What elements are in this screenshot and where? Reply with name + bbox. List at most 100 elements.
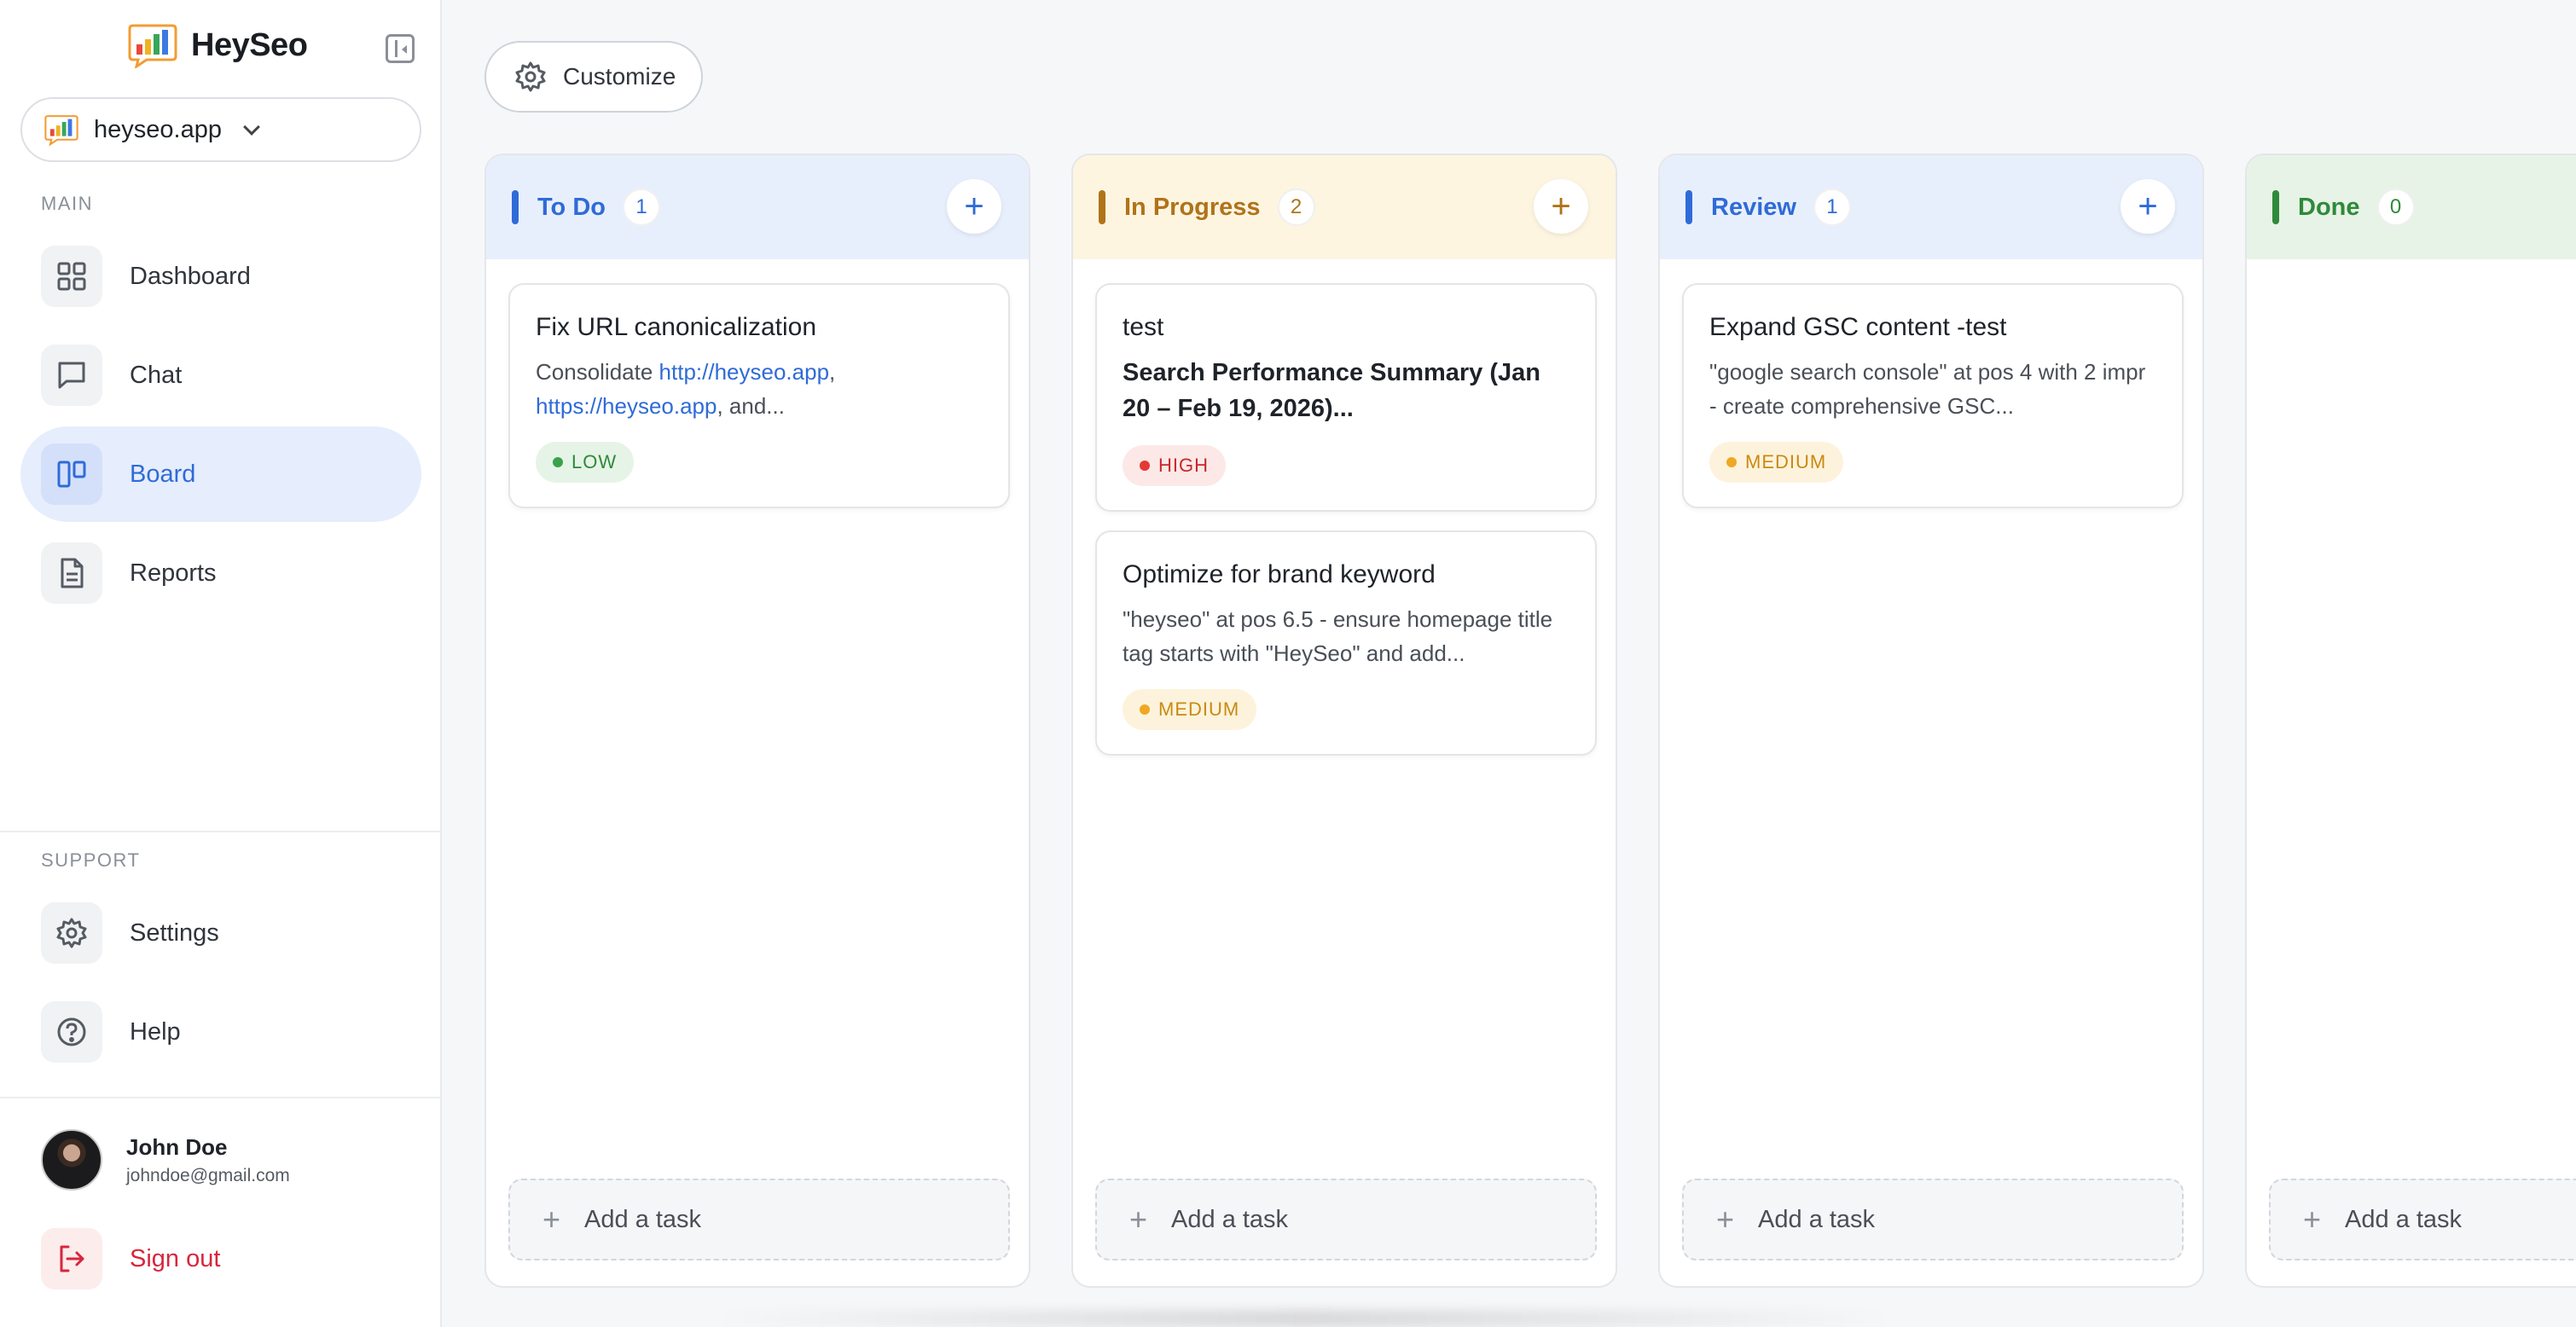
sidebar-item-label: Settings: [130, 918, 219, 947]
sidebar-item-help[interactable]: Help: [20, 984, 421, 1080]
board-main: Customize To Do 1 + Fix URL canonicaliza…: [442, 0, 2576, 1327]
desc-text: ,: [829, 359, 836, 385]
user-profile[interactable]: John Doe johndoe@gmail.com: [41, 1129, 290, 1191]
customize-button[interactable]: Customize: [484, 41, 703, 113]
column-done: Done 0 + + Add a task: [2245, 154, 2576, 1288]
priority-label: MEDIUM: [1745, 451, 1827, 472]
plus-icon: +: [2303, 1202, 2322, 1237]
card-title: Fix URL canonicalization: [536, 313, 817, 341]
priority-dot: [553, 457, 563, 467]
card-link[interactable]: https://heyseo.app: [536, 393, 717, 419]
sidebar-item-board[interactable]: Board: [20, 426, 421, 522]
column-title: Done: [2298, 193, 2360, 221]
collapse-sidebar-icon[interactable]: [386, 34, 415, 63]
column-review: Review 1 + Expand GSC content -test "goo…: [1658, 154, 2204, 1288]
site-selector-value: heyseo.app: [94, 115, 222, 143]
task-card[interactable]: Expand GSC content -test "google search …: [1682, 283, 2184, 508]
sidebar-item-label: Help: [130, 1017, 181, 1046]
add-task-button[interactable]: + Add a task: [1682, 1179, 2184, 1260]
column-count: 2: [1277, 188, 1315, 226]
add-task-button[interactable]: + Add a task: [2269, 1179, 2576, 1260]
card-title: test: [1123, 313, 1164, 341]
customize-label: Customize: [563, 63, 676, 90]
task-card[interactable]: Optimize for brand keyword "heyseo" at p…: [1095, 530, 1597, 756]
sign-out-button[interactable]: Sign out: [20, 1211, 421, 1307]
column-count: 1: [623, 188, 660, 226]
priority-badge: MEDIUM: [1709, 442, 1844, 483]
priority-dot: [1140, 704, 1150, 715]
card-title: Optimize for brand keyword: [1123, 560, 1436, 588]
column-color-bar: [2272, 190, 2279, 224]
card-description: "heyseo" at pos 6.5 - ensure homepage ti…: [1123, 606, 1553, 666]
add-card-button[interactable]: +: [947, 179, 1001, 234]
desc-text: Consolidate: [536, 359, 659, 385]
priority-badge: MEDIUM: [1123, 689, 1257, 730]
document-icon: [41, 542, 102, 604]
add-card-button[interactable]: +: [2121, 179, 2175, 234]
column-color-bar: [512, 190, 519, 224]
priority-dot: [1140, 461, 1150, 471]
sidebar-item-label: Board: [130, 460, 196, 488]
column-header: Review 1 +: [1660, 155, 2202, 259]
card-title: Expand GSC content -test: [1709, 313, 2007, 341]
task-card[interactable]: Fix URL canonicalization Consolidate htt…: [508, 283, 1010, 508]
avatar: [41, 1129, 102, 1191]
column-header: Done 0 +: [2247, 155, 2576, 259]
column-color-bar: [1099, 190, 1105, 224]
sidebar-item-label: Reports: [130, 559, 217, 587]
chevron-down-icon: [243, 119, 260, 136]
sign-out-label: Sign out: [130, 1244, 221, 1272]
column-count: 0: [2376, 188, 2415, 226]
column-count: 1: [1813, 188, 1851, 226]
plus-icon: +: [1129, 1202, 1148, 1237]
section-label-main: MAIN: [41, 193, 93, 214]
section-label-support: SUPPORT: [41, 849, 141, 871]
card-description: "google search console" at pos 4 with 2 …: [1709, 359, 2146, 419]
scroll-shadow: [715, 1310, 1892, 1327]
user-email: johndoe@gmail.com: [126, 1165, 290, 1185]
sidebar-item-settings[interactable]: Settings: [20, 885, 421, 981]
column-todo: To Do 1 + Fix URL canonicalization Conso…: [484, 154, 1030, 1288]
user-name: John Doe: [126, 1133, 228, 1160]
plus-icon: +: [542, 1202, 561, 1237]
add-task-label: Add a task: [584, 1205, 702, 1233]
add-task-button[interactable]: + Add a task: [508, 1179, 1010, 1260]
sidebar-item-chat[interactable]: Chat: [20, 327, 421, 423]
priority-dot: [1726, 457, 1737, 467]
sidebar-item-dashboard[interactable]: Dashboard: [20, 229, 421, 324]
column-header: To Do 1 +: [486, 155, 1029, 259]
chat-icon: [41, 345, 102, 406]
priority-label: HIGH: [1158, 455, 1209, 476]
site-logo-icon: [44, 115, 78, 146]
card-description: Consolidate http://heyseo.app, https://h…: [536, 355, 983, 423]
add-task-label: Add a task: [2345, 1205, 2463, 1233]
brand-name: HeySeo: [191, 26, 308, 63]
column-header: In Progress 2 +: [1073, 155, 1616, 259]
card-link[interactable]: http://heyseo.app: [659, 359, 829, 385]
add-card-button[interactable]: +: [1534, 179, 1588, 234]
task-card[interactable]: test Search Performance Summary (Jan 20 …: [1095, 283, 1597, 512]
brand-logo-icon: [128, 24, 177, 68]
grid-icon: [41, 246, 102, 307]
divider: [0, 1097, 442, 1098]
card-subtitle: Search Performance Summary (Jan 20 – Feb…: [1123, 359, 1540, 422]
desc-text: , and...: [717, 393, 785, 419]
sidebar-item-label: Chat: [130, 361, 183, 389]
add-task-button[interactable]: + Add a task: [1095, 1179, 1597, 1260]
gear-icon: [515, 61, 546, 92]
sidebar: HeySeo heyseo.app MAIN Dashboard Chat Bo…: [0, 0, 442, 1327]
column-color-bar: [1685, 190, 1692, 224]
plus-icon: +: [1716, 1202, 1735, 1237]
brand[interactable]: HeySeo: [128, 22, 308, 68]
priority-label: LOW: [571, 451, 618, 472]
column-in-progress: In Progress 2 + test Search Performance …: [1071, 154, 1617, 1288]
site-selector[interactable]: heyseo.app: [20, 97, 421, 162]
priority-label: MEDIUM: [1158, 698, 1240, 720]
column-title: Review: [1711, 193, 1796, 221]
sidebar-item-label: Dashboard: [130, 262, 251, 290]
add-task-label: Add a task: [1171, 1205, 1289, 1233]
board-icon: [41, 443, 102, 505]
sign-out-icon: [41, 1228, 102, 1289]
divider: [0, 831, 442, 832]
sidebar-item-reports[interactable]: Reports: [20, 525, 421, 621]
